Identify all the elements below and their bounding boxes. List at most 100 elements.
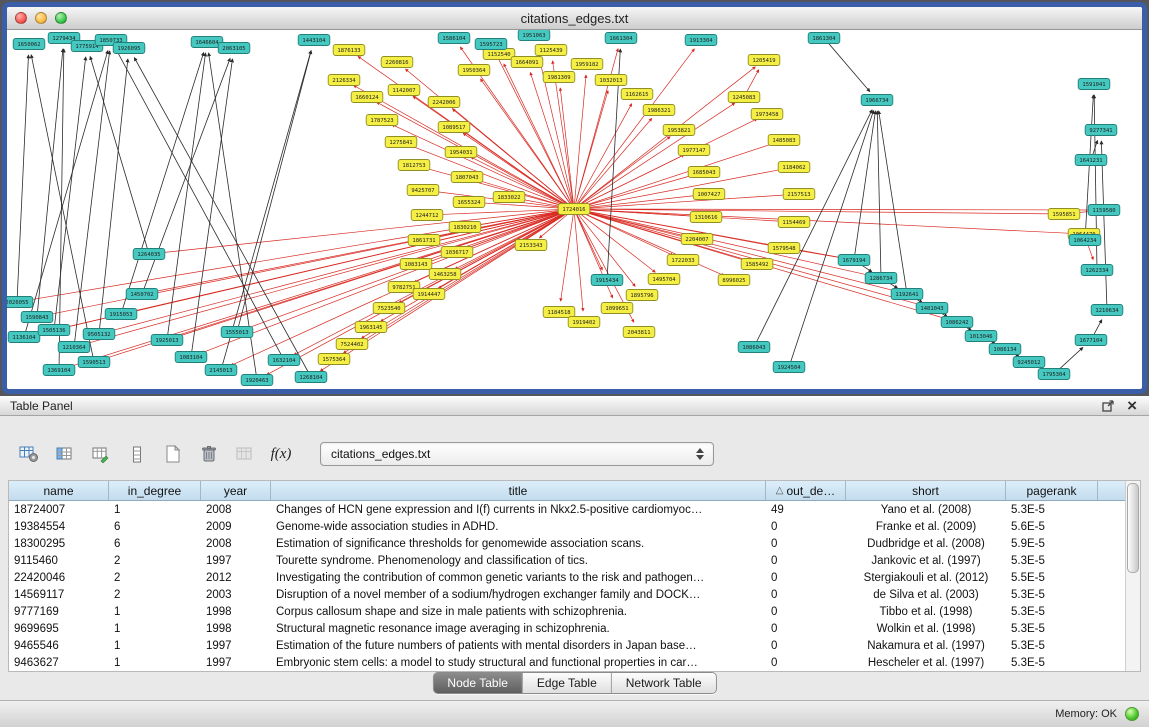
table-selector-dropdown[interactable]: citations_edges.txt xyxy=(320,442,714,466)
graph-edge[interactable] xyxy=(536,46,572,203)
graph-node[interactable]: 9245012 xyxy=(1013,357,1045,368)
graph-node[interactable]: 2157513 xyxy=(783,189,815,200)
graph-node[interactable]: 1915434 xyxy=(591,275,623,286)
graph-node[interactable]: 1154469 xyxy=(778,217,810,228)
graph-node[interactable]: 1591041 xyxy=(1078,79,1110,90)
graph-node[interactable]: 1099651 xyxy=(601,303,633,314)
graph-node[interactable]: 1861304 xyxy=(808,33,840,44)
network-canvas[interactable]: 1724016212633418761331660124178752322608… xyxy=(7,30,1140,389)
graph-node[interactable]: 1861731 xyxy=(408,235,440,246)
graph-node[interactable]: 1086043 xyxy=(738,342,770,353)
graph-node[interactable]: 1973458 xyxy=(751,109,783,120)
graph-node[interactable]: 1876133 xyxy=(333,45,365,56)
graph-edge[interactable] xyxy=(75,51,110,341)
window-titlebar[interactable]: citations_edges.txt xyxy=(7,7,1142,30)
graph-node[interactable]: 1264035 xyxy=(133,249,165,260)
graph-node[interactable]: 1036717 xyxy=(441,247,473,258)
table-row[interactable]: 946362711997Embryonic stem cells: a mode… xyxy=(9,654,1140,671)
delete-table-button[interactable] xyxy=(196,441,222,467)
graph-node[interactable]: 7524402 xyxy=(336,339,368,350)
column-header-pagerank[interactable]: pagerank xyxy=(1006,481,1098,500)
graph-node[interactable]: 1262334 xyxy=(1081,265,1113,276)
show-columns-button[interactable] xyxy=(52,441,78,467)
graph-node[interactable]: 1268104 xyxy=(295,372,327,383)
graph-node[interactable]: 1007427 xyxy=(693,189,725,200)
table-options-button[interactable] xyxy=(16,441,42,467)
graph-node[interactable]: 1590513 xyxy=(78,357,110,368)
graph-node[interactable]: 1481043 xyxy=(916,303,948,314)
scrollbar-thumb[interactable] xyxy=(1127,483,1139,573)
graph-edge[interactable] xyxy=(855,111,876,254)
graph-node[interactable]: 1579548 xyxy=(768,243,800,254)
graph-node[interactable]: 1032013 xyxy=(595,75,627,86)
graph-node[interactable]: 1310616 xyxy=(690,212,722,223)
graph-node[interactable]: 1963145 xyxy=(355,322,387,333)
graph-edge[interactable] xyxy=(192,59,233,351)
graph-edge[interactable] xyxy=(580,210,870,275)
graph-node[interactable]: 1142007 xyxy=(388,85,420,96)
graph-node[interactable]: 1064234 xyxy=(1069,235,1101,246)
table-row[interactable]: 946554611997Estimation of the future num… xyxy=(9,637,1140,654)
graph-node[interactable]: 2153343 xyxy=(515,240,547,251)
graph-edge[interactable] xyxy=(879,111,906,288)
graph-edge[interactable] xyxy=(575,75,586,203)
graph-node[interactable]: 1986321 xyxy=(643,105,675,116)
graph-node[interactable]: 1959182 xyxy=(571,59,603,70)
table-row[interactable]: 1938455462009Genome-wide association stu… xyxy=(9,518,1140,535)
graph-node[interactable]: 1677104 xyxy=(1075,335,1107,346)
graph-node[interactable]: 2260816 xyxy=(381,57,413,68)
graph-edge[interactable] xyxy=(209,53,257,374)
float-panel-icon[interactable] xyxy=(1102,399,1115,412)
graph-edge[interactable] xyxy=(223,51,311,365)
graph-node[interactable]: 1977147 xyxy=(678,145,710,156)
graph-node[interactable]: 1660124 xyxy=(351,92,383,103)
graph-node[interactable]: 1807043 xyxy=(451,172,483,183)
graph-edge[interactable] xyxy=(116,50,281,355)
graph-edge[interactable] xyxy=(132,210,568,311)
graph-node[interactable]: 8996025 xyxy=(718,275,750,286)
graph-edge[interactable] xyxy=(576,49,618,204)
graph-node[interactable]: 1495704 xyxy=(648,274,680,285)
graph-node[interactable]: 1450702 xyxy=(126,289,158,300)
graph-node[interactable]: 1812753 xyxy=(398,160,430,171)
graph-node[interactable]: 1925013 xyxy=(151,335,183,346)
graph-node[interactable]: 1244712 xyxy=(411,210,443,221)
close-panel-icon[interactable]: × xyxy=(1127,399,1137,413)
graph-edge[interactable] xyxy=(575,215,584,311)
graph-edge[interactable] xyxy=(38,49,63,311)
graph-node[interactable]: 1722033 xyxy=(667,255,699,266)
table-row[interactable]: 1872400712008Changes of HCN gene express… xyxy=(9,501,1140,518)
graph-node[interactable]: 1830210 xyxy=(449,222,481,233)
graph-edge[interactable] xyxy=(1094,320,1102,335)
graph-node[interactable]: 1920463 xyxy=(241,375,273,386)
graph-node[interactable]: 1595851 xyxy=(1048,209,1080,220)
graph-node[interactable]: 1833022 xyxy=(493,192,525,203)
column-header-title[interactable]: title xyxy=(271,481,766,500)
graph-node[interactable]: 1443104 xyxy=(298,35,330,46)
graph-node[interactable]: 1895796 xyxy=(626,290,658,301)
graph-node[interactable]: 1915053 xyxy=(105,309,137,320)
graph-node[interactable]: 2026055 xyxy=(7,297,33,308)
column-header-short[interactable]: short xyxy=(846,481,1006,500)
close-window-button[interactable] xyxy=(15,12,27,24)
graph-edge[interactable] xyxy=(153,210,568,292)
graph-node[interactable]: 1210364 xyxy=(58,342,90,353)
graph-node[interactable]: 1159580 xyxy=(1088,205,1120,216)
graph-node[interactable]: 1086242 xyxy=(941,317,973,328)
graph-node[interactable]: 1136104 xyxy=(8,332,40,343)
zoom-window-button[interactable] xyxy=(55,12,67,24)
graph-edge[interactable] xyxy=(411,146,568,207)
graph-edge[interactable] xyxy=(134,58,308,372)
graph-node[interactable]: 1787523 xyxy=(366,115,398,126)
graph-edge[interactable] xyxy=(17,55,28,296)
function-builder-button[interactable]: f(x) xyxy=(268,441,294,467)
graph-edge[interactable] xyxy=(1058,347,1082,369)
graph-node[interactable]: 1463258 xyxy=(429,269,461,280)
graph-edge[interactable] xyxy=(579,67,756,206)
graph-node[interactable]: 1585492 xyxy=(741,259,773,270)
tab-node-table[interactable]: Node Table xyxy=(433,673,523,693)
graph-node[interactable]: 1089517 xyxy=(438,122,470,133)
graph-node[interactable]: 9505132 xyxy=(83,329,115,340)
graph-node[interactable]: 1953821 xyxy=(663,125,695,136)
graph-edge[interactable] xyxy=(294,212,569,355)
